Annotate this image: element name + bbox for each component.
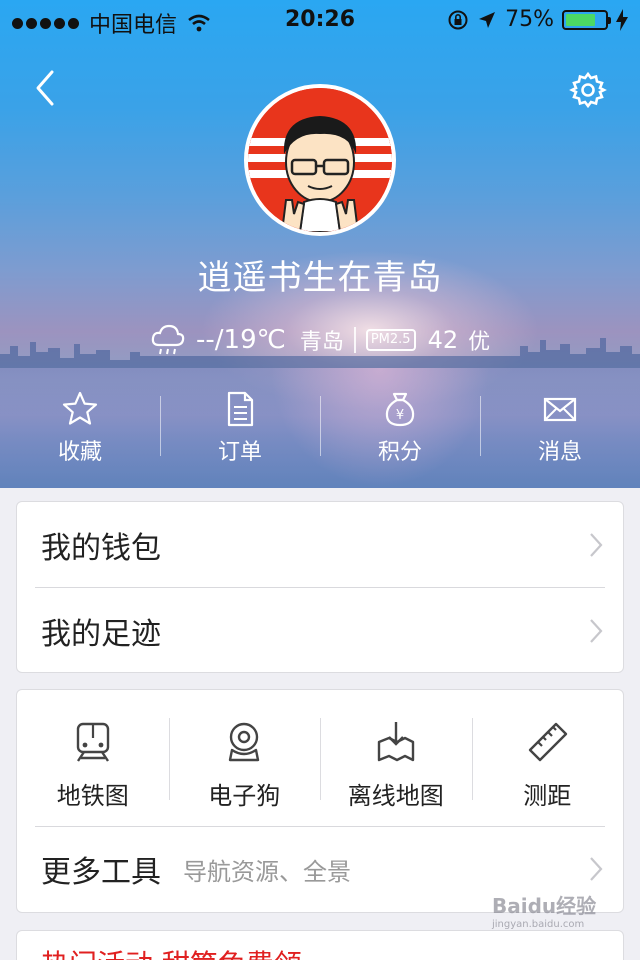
tool-offline-map[interactable]: 离线地图 <box>320 690 472 826</box>
tool-label: 测距 <box>523 782 572 810</box>
chevron-right-icon <box>590 857 603 881</box>
chevron-right-icon <box>590 533 603 557</box>
camera-icon <box>229 722 260 762</box>
battery-icon <box>562 9 611 30</box>
watermark-url: jingyan.baidu.com <box>492 919 585 930</box>
menu-item-wallet[interactable]: 我的钱包 <box>17 502 623 588</box>
weather-bar[interactable]: --/19℃ 青岛 PM2.5 42 优 <box>150 320 490 360</box>
quick-action-points[interactable]: ¥ 积分 <box>320 390 480 480</box>
star-icon <box>62 391 98 425</box>
quick-action-label: 积分 <box>377 440 422 465</box>
account-menu-card: 我的钱包 我的足迹 <box>16 501 624 673</box>
quick-action-orders[interactable]: 订单 <box>160 390 320 480</box>
quick-action-label: 消息 <box>537 440 582 465</box>
quick-actions: 收藏 订单 ¥ 积分 消息 <box>0 390 640 480</box>
menu-item-label: 我的足迹 <box>41 617 161 652</box>
offline-map-icon <box>377 722 414 762</box>
pm25-badge: PM2.5 <box>365 329 416 351</box>
chevron-right-icon <box>590 619 603 643</box>
cartoon-avatar-image <box>248 88 392 232</box>
tool-label: 电子狗 <box>208 782 281 810</box>
battery-percent: 75% <box>505 7 554 32</box>
envelope-icon <box>543 397 577 422</box>
ruler-icon <box>529 722 568 762</box>
quick-action-messages[interactable]: 消息 <box>480 390 640 480</box>
menu-item-label: 我的钱包 <box>41 531 161 566</box>
location-arrow-icon <box>479 11 496 28</box>
menu-item-footprints[interactable]: 我的足迹 <box>17 588 623 674</box>
gear-icon <box>569 71 607 109</box>
weather-divider <box>353 327 356 353</box>
tool-measure-distance[interactable]: 测距 <box>471 690 624 826</box>
tools-card: 地铁图 电子狗 离线地图 测距 更多工具 导航资源、全景 <box>16 689 624 913</box>
chevron-left-icon <box>36 70 54 106</box>
baidu-watermark: Baidu经验 jingyan.baidu.com <box>492 890 596 930</box>
money-bag-icon: ¥ <box>385 392 415 427</box>
username: 逍遥书生在青岛 <box>197 258 443 298</box>
cloud-rain-icon <box>151 324 185 355</box>
promo-card[interactable]: 热门活动 甜筒免费领 <box>16 930 624 960</box>
aqi-level: 优 <box>468 330 491 355</box>
status-bar: 中国电信 20:26 75% <box>0 0 640 40</box>
subway-icon <box>76 722 109 762</box>
back-button[interactable] <box>30 66 66 110</box>
weather-city: 青岛 <box>299 330 344 355</box>
aqi-value: 42 <box>427 326 459 354</box>
tool-speed-camera[interactable]: 电子狗 <box>168 690 321 826</box>
tools-grid: 地铁图 电子狗 离线地图 测距 <box>17 690 623 826</box>
settings-button[interactable] <box>568 70 608 110</box>
more-tools-label: 更多工具 <box>41 855 161 890</box>
promo-text: 热门活动 甜筒免费领 <box>17 931 623 960</box>
more-tools-subtitle: 导航资源、全景 <box>183 857 351 886</box>
temperature: --/19℃ <box>196 325 286 355</box>
avatar[interactable] <box>244 84 396 236</box>
rotation-lock-icon <box>448 10 468 29</box>
document-icon <box>227 391 254 427</box>
charging-bolt-icon <box>616 8 628 31</box>
quick-action-label: 订单 <box>217 440 262 465</box>
quick-action-label: 收藏 <box>57 440 102 465</box>
tool-subway-map[interactable]: 地铁图 <box>17 690 169 826</box>
tool-label: 地铁图 <box>56 782 129 810</box>
tool-label: 离线地图 <box>347 782 444 810</box>
svg-text:¥: ¥ <box>396 408 404 423</box>
quick-action-favorites[interactable]: 收藏 <box>0 390 160 480</box>
watermark-text: Baidu经验 <box>492 894 597 918</box>
